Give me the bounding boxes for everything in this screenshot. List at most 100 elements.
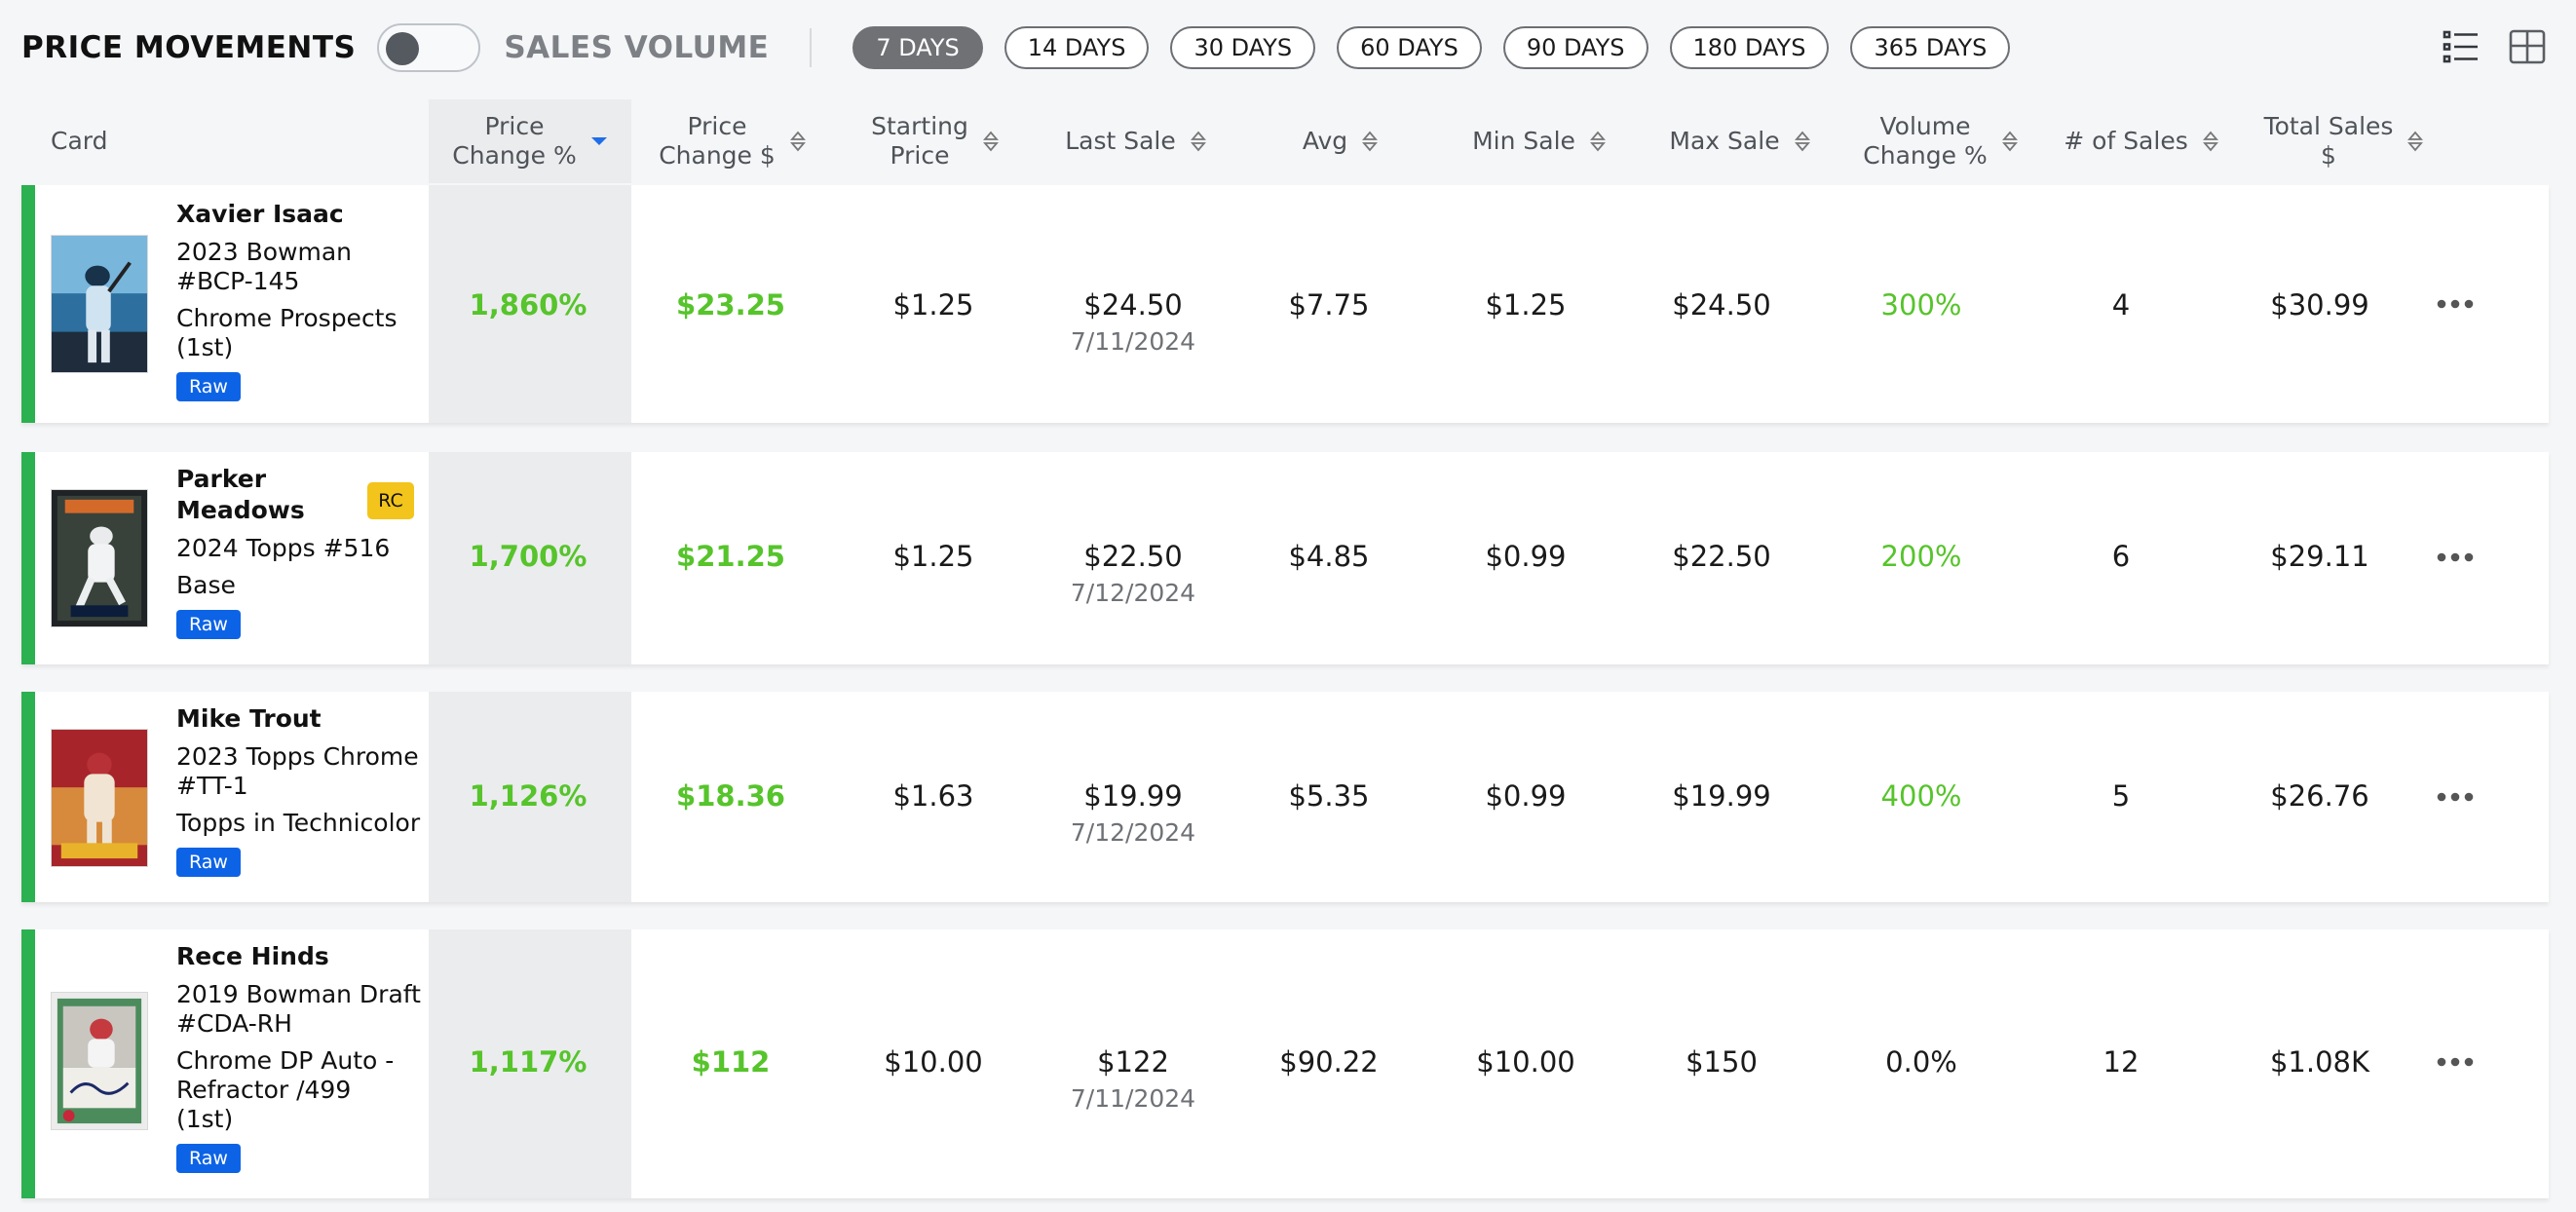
card-image[interactable] (51, 489, 148, 627)
header-last-sale-label: Last Sale (1065, 127, 1176, 155)
header-last-sale[interactable]: Last Sale (1035, 99, 1237, 183)
more-options-icon[interactable] (2436, 1055, 2475, 1069)
avg-price: $5.35 (1288, 779, 1370, 813)
card-info: Xavier Isaac 2023 Bowman #BCP-145 Chrome… (176, 199, 398, 401)
more-options-icon[interactable] (2436, 550, 2475, 564)
sort-desc-icon[interactable] (590, 129, 608, 154)
sort-icon[interactable] (1361, 129, 1379, 154)
raw-badge[interactable]: Raw (176, 610, 241, 639)
avg-price: $4.85 (1288, 540, 1370, 573)
table-row[interactable]: Parker Meadows 2024 Topps #516 Base Raw … (21, 452, 2549, 664)
sort-icon[interactable] (789, 129, 807, 154)
card-image[interactable] (51, 235, 148, 373)
more-options-icon[interactable] (2436, 297, 2475, 311)
card-variant: Chrome DP Auto - Refractor /499 (1st) (176, 1046, 395, 1133)
sort-icon[interactable] (2406, 129, 2424, 154)
min-sale: $10.00 (1476, 1045, 1575, 1079)
table-header: Card Price Change % Price Change $ Start… (21, 99, 2549, 183)
last-sale-price: $24.50 (1083, 288, 1183, 322)
header-total-sales-label: Total Sales $ (2263, 112, 2394, 170)
price-change-usd: $23.25 (676, 288, 785, 322)
starting-price: $10.00 (884, 1045, 983, 1079)
header-starting-price[interactable]: Starting Price (834, 99, 1037, 183)
card-image[interactable] (51, 729, 148, 867)
range-180-days-button[interactable]: 180 DAYS (1669, 26, 1830, 69)
range-14-days-button[interactable]: 14 DAYS (1004, 26, 1150, 69)
header-min-sale[interactable]: Min Sale (1438, 99, 1641, 183)
sort-icon[interactable] (1190, 129, 1207, 154)
last-sale-price: $19.99 (1083, 779, 1183, 813)
last-sale-price: $22.50 (1083, 540, 1183, 573)
player-name[interactable]: Xavier Isaac (176, 199, 398, 230)
last-sale: $122 7/11/2024 (1071, 1045, 1195, 1113)
card-variant: Base (176, 571, 236, 599)
total-sales: $30.99 (2270, 288, 2369, 322)
header-num-sales-label: # of Sales (2064, 127, 2188, 155)
table-row[interactable]: Xavier Isaac 2023 Bowman #BCP-145 Chrome… (21, 185, 2549, 423)
last-sale-date: 7/11/2024 (1070, 1084, 1196, 1113)
row-status-stripe (21, 929, 35, 1198)
range-7-days-button[interactable]: 7 DAYS (852, 26, 983, 69)
sort-icon[interactable] (1589, 129, 1607, 154)
num-sales: 4 (2111, 288, 2131, 322)
sales-volume-label: SALES VOLUME (504, 30, 770, 65)
total-sales: $26.76 (2270, 779, 2369, 813)
card-set: 2023 Bowman #BCP-145 (176, 238, 352, 295)
header-max-sale[interactable]: Max Sale (1639, 99, 1841, 183)
price-change-pct: 1,700% (469, 540, 587, 573)
range-90-days-button[interactable]: 90 DAYS (1502, 26, 1648, 69)
header-price-change-pct[interactable]: Price Change % (429, 99, 631, 183)
price-change-usd: $112 (691, 1045, 771, 1079)
row-status-stripe (21, 692, 35, 902)
price-change-pct: 1,126% (469, 779, 587, 813)
header-avg[interactable]: Avg (1239, 99, 1442, 183)
header-avg-label: Avg (1302, 127, 1348, 155)
last-sale-price: $122 (1097, 1045, 1169, 1079)
price-change-usd: $18.36 (676, 779, 785, 813)
range-30-days-button[interactable]: 30 DAYS (1170, 26, 1316, 69)
header-price-change-usd[interactable]: Price Change $ (631, 99, 834, 183)
raw-badge[interactable]: Raw (176, 372, 241, 401)
card-image[interactable] (51, 992, 148, 1130)
sort-icon[interactable] (1794, 129, 1811, 154)
header-card-label: Card (51, 127, 108, 155)
header-card[interactable]: Card (51, 99, 207, 183)
last-sale-date: 7/12/2024 (1070, 818, 1196, 847)
more-options-icon[interactable] (2436, 790, 2475, 804)
card-set: 2024 Topps #516 (176, 534, 391, 562)
last-sale: $24.50 7/11/2024 (1071, 288, 1195, 356)
starting-price: $1.25 (892, 288, 974, 322)
price-change-usd: $21.25 (676, 540, 785, 573)
max-sale: $19.99 (1672, 779, 1771, 813)
player-name[interactable]: Rece Hinds (176, 941, 421, 972)
range-60-days-button[interactable]: 60 DAYS (1337, 26, 1482, 69)
min-sale: $1.25 (1485, 288, 1567, 322)
list-view-icon[interactable] (2442, 27, 2481, 66)
card-info: Parker Meadows 2024 Topps #516 Base Raw (176, 464, 390, 639)
player-name[interactable]: Parker Meadows (176, 464, 390, 526)
table-row[interactable]: Mike Trout 2023 Topps Chrome #TT-1 Topps… (21, 692, 2549, 902)
sort-icon[interactable] (2202, 129, 2219, 154)
volume-change-pct: 0.0% (1885, 1045, 1957, 1079)
grid-view-icon[interactable] (2508, 27, 2547, 66)
header-volume-change-pct[interactable]: Volume Change % (1839, 99, 2042, 183)
raw-badge[interactable]: Raw (176, 848, 241, 877)
row-status-stripe (21, 185, 35, 423)
range-365-days-button[interactable]: 365 DAYS (1850, 26, 2011, 69)
num-sales: 5 (2111, 779, 2131, 813)
price-change-pct: 1,117% (469, 1045, 587, 1079)
raw-badge[interactable]: Raw (176, 1144, 241, 1173)
min-sale: $0.99 (1485, 540, 1567, 573)
mode-toggle[interactable] (377, 23, 481, 72)
card-variant: Chrome Prospects (1st) (176, 304, 398, 361)
volume-change-pct: 300% (1880, 288, 1962, 322)
header-num-sales[interactable]: # of Sales (2040, 99, 2243, 183)
avg-price: $7.75 (1288, 288, 1370, 322)
avg-price: $90.22 (1279, 1045, 1379, 1079)
sort-icon[interactable] (2001, 129, 2019, 154)
header-price-change-pct-label: Price Change % (452, 112, 577, 170)
table-row[interactable]: Rece Hinds 2019 Bowman Draft #CDA-RH Chr… (21, 929, 2549, 1198)
player-name[interactable]: Mike Trout (176, 703, 420, 735)
header-total-sales[interactable]: Total Sales $ (2243, 99, 2445, 183)
sort-icon[interactable] (982, 129, 1000, 154)
